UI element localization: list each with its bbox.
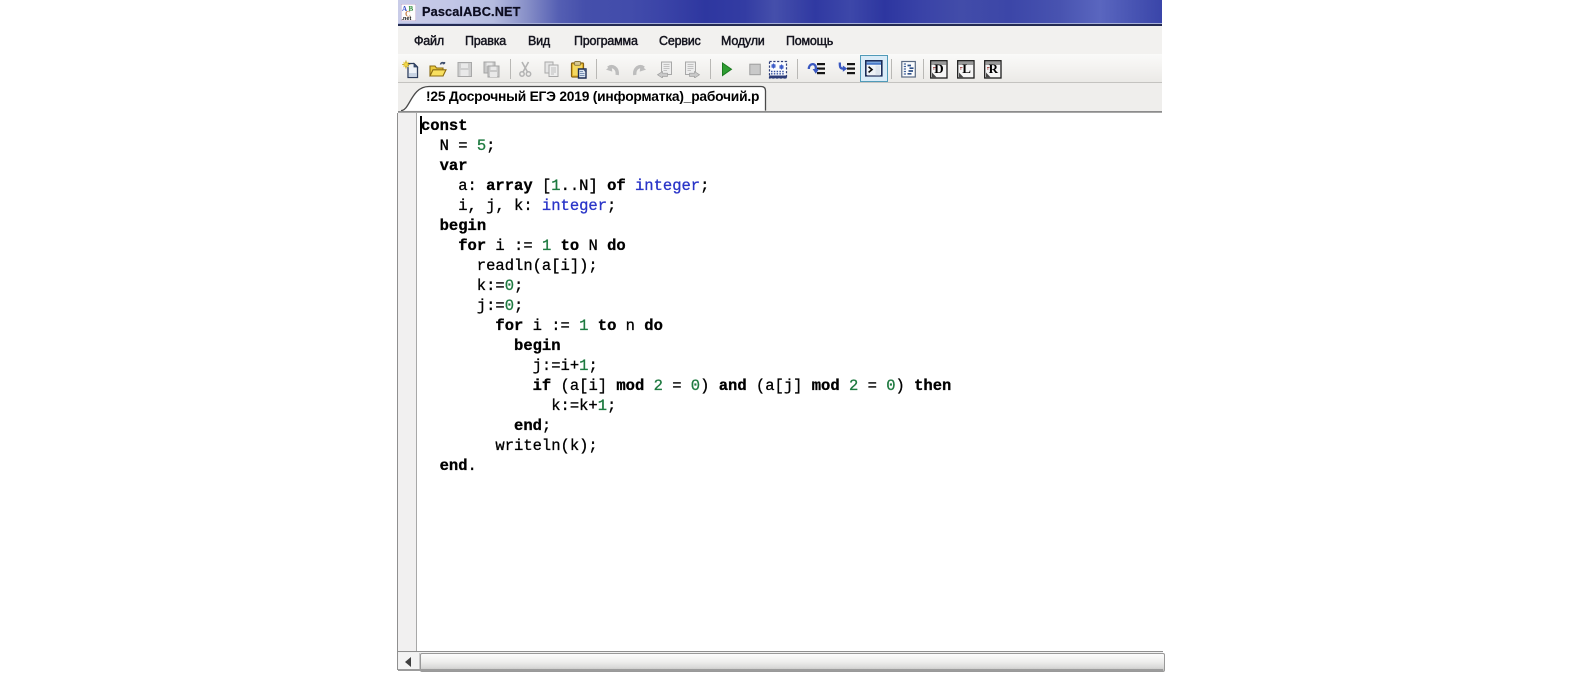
svg-text:.net: .net <box>402 16 412 21</box>
